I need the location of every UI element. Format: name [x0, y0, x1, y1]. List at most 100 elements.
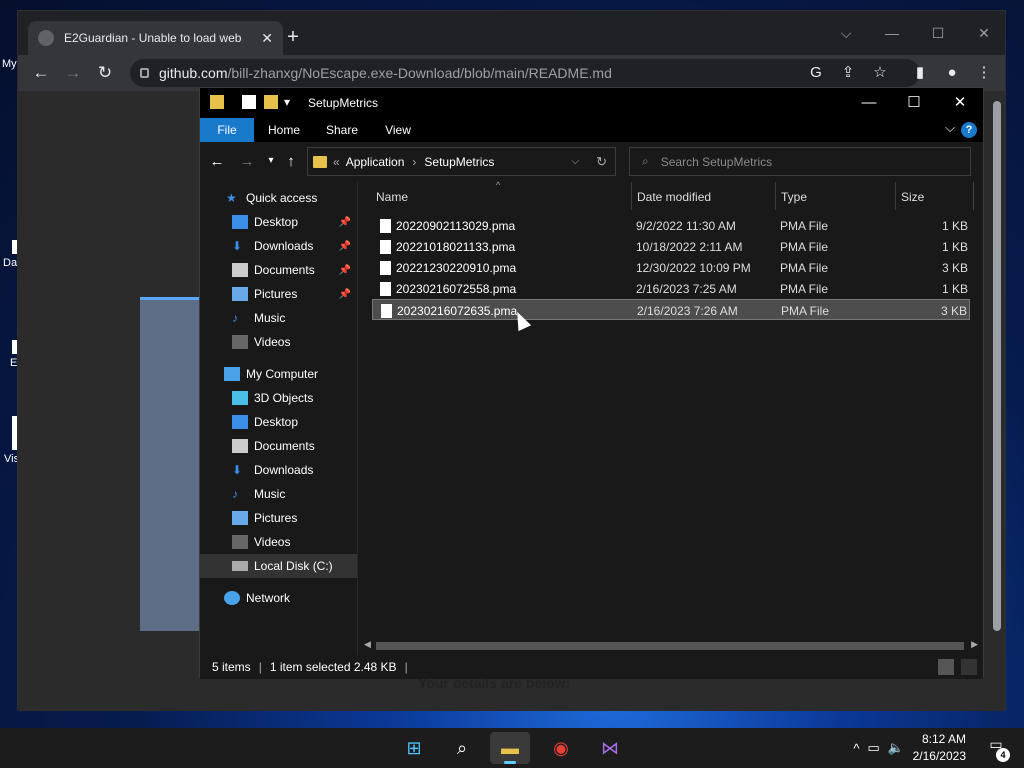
column-divider[interactable] — [775, 182, 776, 210]
column-header-date[interactable]: Date modified — [637, 190, 711, 204]
network-icon[interactable]: ▭ — [868, 740, 880, 756]
google-icon[interactable]: G — [806, 63, 826, 83]
nav-quick-access[interactable]: ★ Quick access — [200, 186, 357, 210]
reload-icon[interactable]: ↻ — [94, 62, 116, 84]
file-row[interactable]: 20220902113029.pma 9/2/2022 11:30 AM PMA… — [372, 215, 970, 236]
nav-pc-music[interactable]: ♪ Music — [200, 482, 357, 506]
nav-music[interactable]: ♪ Music — [200, 306, 357, 330]
nav-pc-desktop[interactable]: Desktop — [200, 410, 357, 434]
new-folder-icon[interactable] — [264, 95, 278, 109]
column-header-size[interactable]: Size — [901, 190, 924, 204]
menu-icon[interactable]: ⋮ — [974, 63, 994, 83]
new-tab-button[interactable]: + — [280, 25, 306, 51]
chrome-tab[interactable]: E2Guardian - Unable to load web ✕ — [28, 21, 283, 55]
up-icon[interactable]: ↑ — [282, 153, 300, 170]
nav-local-disk[interactable]: Local Disk (C:) — [200, 554, 357, 578]
properties-icon[interactable] — [242, 95, 256, 109]
recent-locations-icon[interactable]: ▾ — [262, 155, 280, 166]
tab-view[interactable]: View — [376, 118, 420, 142]
pictures-icon — [232, 287, 248, 301]
tab-file[interactable]: File — [200, 118, 254, 142]
nav-videos[interactable]: Videos — [200, 330, 357, 354]
column-header-name[interactable]: Name — [376, 190, 408, 204]
volume-icon[interactable]: 🔈 — [888, 740, 904, 756]
maximize-icon[interactable]: ☐ — [899, 93, 929, 113]
search-icon[interactable]: ⌕ — [442, 732, 482, 764]
expand-ribbon-icon[interactable]: ⌵ — [945, 120, 955, 136]
forward-icon[interactable]: → — [62, 62, 84, 84]
nav-3d-objects[interactable]: 3D Objects — [200, 386, 357, 410]
close-icon[interactable]: ✕ — [974, 25, 994, 42]
clock[interactable]: 8:12 AM 2/16/2023 — [913, 731, 966, 765]
refresh-icon[interactable]: ↻ — [596, 154, 607, 170]
help-icon[interactable]: ? — [961, 122, 977, 138]
quick-access-toolbar-dropdown[interactable]: ▾ — [284, 95, 292, 109]
video-icon — [232, 335, 248, 349]
nav-my-computer[interactable]: My Computer — [200, 362, 357, 386]
show-hidden-icons-icon[interactable]: ^ — [853, 741, 859, 756]
nav-desktop[interactable]: Desktop 📌 — [200, 210, 357, 234]
scroll-thumb[interactable] — [993, 101, 1001, 631]
nav-pane-divider[interactable] — [357, 182, 358, 655]
start-icon[interactable]: ⊞ — [394, 732, 434, 764]
address-bar[interactable]: « Application › SetupMetrics ⌵ ↻ — [307, 147, 616, 176]
nav-pc-pictures[interactable]: Pictures — [200, 506, 357, 530]
horizontal-scrollbar[interactable]: ◀ ▶ — [362, 639, 980, 653]
nav-documents[interactable]: Documents 📌 — [200, 258, 357, 282]
breadcrumb-application[interactable]: Application — [346, 155, 405, 169]
nav-label: Downloads — [254, 239, 314, 253]
profile-icon[interactable]: ● — [942, 63, 962, 83]
share-icon[interactable]: ⇪ — [838, 63, 858, 83]
visual-studio-icon[interactable]: ⋈ — [590, 732, 630, 764]
large-icons-view-icon[interactable] — [961, 659, 977, 675]
address-overflow[interactable]: « — [333, 155, 340, 169]
column-header-type[interactable]: Type — [781, 190, 807, 204]
nav-pc-documents[interactable]: Documents — [200, 434, 357, 458]
back-icon[interactable]: ← — [208, 153, 226, 170]
search-box[interactable]: ⌕ Search SetupMetrics — [629, 147, 971, 176]
nav-pc-videos[interactable]: Videos — [200, 530, 357, 554]
pin-icon: 📌 — [338, 216, 351, 228]
nav-pc-downloads[interactable]: ⬇ Downloads — [200, 458, 357, 482]
desktop-icon-e[interactable]: E — [0, 340, 18, 369]
file-row[interactable]: 20221018021133.pma 10/18/2022 2:11 AM PM… — [372, 236, 970, 257]
file-row[interactable]: 20230216072558.pma 2/16/2023 7:25 AM PMA… — [372, 278, 970, 299]
clock-date: 2/16/2023 — [912, 749, 966, 763]
chrome-icon[interactable]: ◉ — [541, 732, 581, 764]
tab-share[interactable]: Share — [318, 118, 366, 142]
column-divider[interactable] — [895, 182, 896, 210]
maximize-icon[interactable]: ☐ — [928, 25, 948, 42]
minimize-icon[interactable]: — — [854, 93, 884, 113]
file-row-selected[interactable]: 20230216072635.pma 2/16/2023 7:26 AM PMA… — [372, 299, 970, 320]
tab-search-icon[interactable]: ⌵ — [836, 25, 856, 42]
scroll-left-icon[interactable]: ◀ — [364, 639, 371, 650]
file-row[interactable]: 20221230220910.pma 12/30/2022 10:09 PM P… — [372, 257, 970, 278]
scroll-right-icon[interactable]: ▶ — [971, 639, 978, 650]
forward-icon[interactable]: → — [238, 153, 256, 170]
desktop-icon-da[interactable]: Da — [0, 240, 18, 269]
close-tab-icon[interactable]: ✕ — [261, 30, 273, 47]
nav-downloads[interactable]: ⬇ Downloads 📌 — [200, 234, 357, 258]
tab-home[interactable]: Home — [260, 118, 308, 142]
address-bar[interactable]: github.com /bill-zhanxg/NoEscape.exe-Dow… — [130, 59, 920, 87]
file-icon — [381, 304, 392, 318]
column-divider[interactable] — [631, 182, 632, 210]
nav-network[interactable]: Network — [200, 586, 357, 610]
nav-pictures[interactable]: Pictures 📌 — [200, 282, 357, 306]
file-list-scrollbar[interactable] — [973, 182, 983, 210]
close-icon[interactable]: ✕ — [945, 93, 975, 113]
page-scrollbar[interactable] — [990, 91, 1004, 709]
scroll-thumb[interactable] — [376, 642, 964, 650]
back-icon[interactable]: ← — [30, 62, 52, 84]
file-explorer-icon[interactable]: ▬ — [490, 732, 530, 764]
side-panel-icon[interactable]: ▮ — [910, 63, 930, 83]
minimize-icon[interactable]: — — [882, 25, 902, 41]
address-dropdown-icon[interactable]: ⌵ — [571, 156, 579, 167]
breadcrumb-setupmetrics[interactable]: SetupMetrics — [424, 155, 494, 169]
item-count: 5 items — [212, 660, 251, 674]
details-view-icon[interactable] — [937, 659, 954, 675]
notification-icon[interactable]: ▭ 4 — [984, 736, 1010, 762]
desktop-icon-vis[interactable]: Vis — [0, 416, 19, 465]
bookmark-star-icon[interactable]: ☆ — [870, 63, 890, 83]
folder-icon — [210, 95, 224, 109]
